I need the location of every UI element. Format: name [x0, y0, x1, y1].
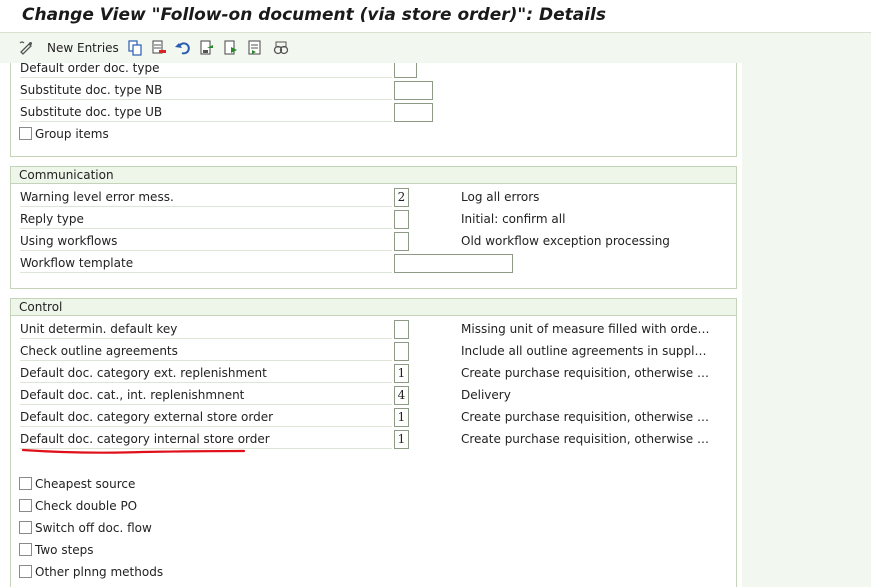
- right-pane: [742, 63, 871, 587]
- unit-determin-field[interactable]: [394, 320, 409, 339]
- group-items-label: Group items: [35, 126, 109, 141]
- using-workflows-label: Using workflows: [20, 232, 392, 251]
- display-change-button[interactable]: [18, 39, 36, 57]
- warning-level-desc: Log all errors: [461, 190, 540, 204]
- substitute-doc-type-ub-field[interactable]: [394, 103, 433, 122]
- search-button[interactable]: [272, 39, 290, 57]
- two-steps-checkbox[interactable]: Two steps: [19, 540, 94, 559]
- next-entry-button[interactable]: [246, 39, 264, 57]
- reply-type-field[interactable]: [394, 210, 409, 229]
- reply-type-desc: Initial: confirm all: [461, 212, 566, 226]
- control-group-title: Control: [11, 299, 736, 316]
- substitute-doc-type-ub-label: Substitute doc. type UB: [20, 103, 392, 122]
- using-workflows-desc: Old workflow exception processing: [461, 234, 670, 248]
- group-items-checkbox-box[interactable]: [19, 127, 32, 140]
- copy-icon: [128, 40, 142, 56]
- communication-group-title: Communication: [11, 167, 736, 184]
- external-store-order-desc: Create purchase requisition, otherwise e…: [461, 410, 711, 424]
- display-change-icon: [19, 41, 32, 55]
- int-replenishment-field[interactable]: 4: [394, 386, 409, 405]
- save-icon: [200, 40, 213, 55]
- two-steps-checkbox-box[interactable]: [19, 543, 32, 556]
- int-replenishment-label: Default doc. cat., int. replenishmnent: [20, 386, 392, 405]
- internal-store-order-field[interactable]: 1: [394, 430, 409, 449]
- ext-replenishment-desc: Create purchase requisition, otherwise e…: [461, 366, 711, 380]
- search-icon: [273, 41, 289, 55]
- new-entries-button[interactable]: New Entries: [47, 39, 119, 57]
- delete-button[interactable]: [150, 39, 168, 57]
- default-order-doc-type-field[interactable]: [394, 63, 417, 78]
- undo-icon: [175, 42, 190, 55]
- check-double-po-checkbox[interactable]: Check double PO: [19, 496, 137, 515]
- cheapest-source-label: Cheapest source: [35, 476, 136, 491]
- workflow-template-label: Workflow template: [20, 254, 392, 273]
- external-store-order-label: Default doc. category external store ord…: [20, 408, 392, 427]
- other-plnng-methods-checkbox[interactable]: Other plnng methods: [19, 562, 163, 581]
- check-outline-field[interactable]: [394, 342, 409, 361]
- ext-replenishment-field[interactable]: 1: [394, 364, 409, 383]
- external-store-order-field[interactable]: 1: [394, 408, 409, 427]
- undo-button[interactable]: [174, 39, 192, 57]
- general-group: Default order doc. type Substitute doc. …: [10, 63, 737, 157]
- internal-store-order-desc: Create purchase requisition, otherwise e…: [461, 432, 711, 446]
- red-underline-annotation: [22, 448, 246, 454]
- unit-determin-desc: Missing unit of measure filled with orde…: [461, 322, 711, 336]
- unit-determin-label: Unit determin. default key: [20, 320, 392, 339]
- check-double-po-checkbox-box[interactable]: [19, 499, 32, 512]
- substitute-doc-type-nb-label: Substitute doc. type NB: [20, 81, 392, 100]
- delete-icon: [152, 40, 166, 54]
- default-order-doc-type-label: Default order doc. type: [20, 63, 392, 78]
- cheapest-source-checkbox-box[interactable]: [19, 477, 32, 490]
- check-outline-label: Check outline agreements: [20, 342, 392, 361]
- switch-off-doc-flow-label: Switch off doc. flow: [35, 520, 152, 535]
- first-entry-button[interactable]: [222, 39, 240, 57]
- warning-level-label: Warning level error mess.: [20, 188, 392, 207]
- other-plnng-methods-label: Other plnng methods: [35, 564, 164, 579]
- check-outline-desc: Include all outline agreements in supply…: [461, 344, 711, 358]
- warning-level-field[interactable]: 2: [394, 188, 409, 207]
- ext-replenishment-label: Default doc. category ext. replenishment: [20, 364, 392, 383]
- two-steps-label: Two steps: [35, 542, 94, 557]
- next-entry-icon: [248, 40, 261, 55]
- new-entries-label: New Entries: [47, 41, 119, 55]
- detail-content[interactable]: Default order doc. type Substitute doc. …: [0, 63, 742, 587]
- save-button[interactable]: [198, 39, 216, 57]
- copy-button[interactable]: [126, 39, 144, 57]
- int-replenishment-desc: Delivery: [461, 388, 511, 402]
- title-bar: Change View "Follow-on document (via sto…: [0, 0, 871, 33]
- cheapest-source-checkbox[interactable]: Cheapest source: [19, 474, 135, 493]
- first-entry-icon: [224, 40, 237, 55]
- switch-off-doc-flow-checkbox-box[interactable]: [19, 521, 32, 534]
- reply-type-label: Reply type: [20, 210, 392, 229]
- group-items-checkbox[interactable]: Group items: [19, 124, 109, 143]
- check-double-po-label: Check double PO: [35, 498, 138, 513]
- switch-off-doc-flow-checkbox[interactable]: Switch off doc. flow: [19, 518, 152, 537]
- other-plnng-methods-checkbox-box[interactable]: [19, 565, 32, 578]
- application-toolbar: New Entries: [0, 33, 871, 63]
- substitute-doc-type-nb-field[interactable]: [394, 81, 433, 100]
- workflow-template-field[interactable]: [394, 254, 513, 273]
- using-workflows-field[interactable]: [394, 232, 409, 251]
- page-title: Change View "Follow-on document (via sto…: [22, 5, 606, 25]
